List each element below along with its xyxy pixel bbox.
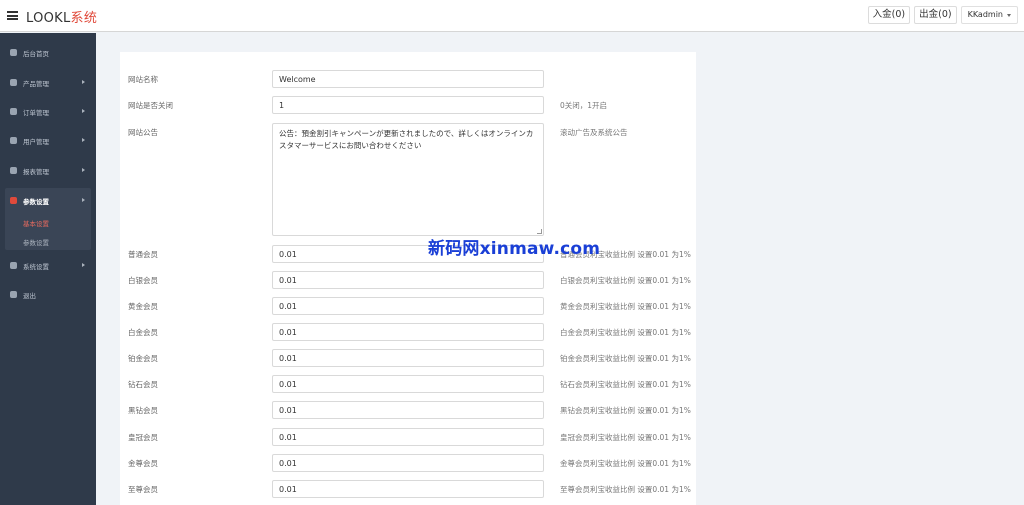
chevron-right-icon <box>82 80 85 84</box>
chevron-right-icon <box>82 263 85 267</box>
gears-icon <box>10 262 17 269</box>
orders-icon <box>10 108 17 115</box>
member-rate-input[interactable]: 0.01 <box>272 454 544 472</box>
hamburger-menu-icon[interactable] <box>7 11 18 20</box>
field-label: 皇冠会员 <box>128 433 158 442</box>
field-label: 金尊会员 <box>128 459 158 468</box>
member-rate-input[interactable]: 0.01 <box>272 401 544 419</box>
sidebar-item-orders[interactable]: 订单管理 <box>0 103 96 121</box>
sidebar-item-label: 产品管理 <box>23 80 49 88</box>
brand-main-text: LOOKL <box>26 11 71 26</box>
sidebar-item-label: 报表管理 <box>23 168 49 176</box>
field-label: 钻石会员 <box>128 380 158 389</box>
sign-out-icon <box>10 291 17 298</box>
sidebar-item-parameters[interactable]: 参数设置 <box>0 192 96 210</box>
sidebar-item-label: 退出 <box>23 292 36 300</box>
chevron-right-icon <box>82 109 85 113</box>
brand-accent-text: 系统 <box>70 11 98 26</box>
sidebar-item-label: 系统设置 <box>23 263 49 271</box>
sidebar-item-label: 参数设置 <box>23 198 49 206</box>
site-notice-text: 公告：預金割引キャンペーンが更新されましたので、詳しくはオンラインカスタマーサー… <box>279 129 534 150</box>
field-label: 白银会员 <box>128 276 158 285</box>
member-rate-input[interactable]: 0.01 <box>272 375 544 393</box>
sidebar-item-logout[interactable]: 退出 <box>0 286 96 304</box>
sidebar-item-dashboard[interactable]: 后台首页 <box>0 44 96 62</box>
site-closed-input[interactable]: 1 <box>272 96 544 114</box>
sidebar-item-label: 用户管理 <box>23 138 49 146</box>
member-rate-input[interactable]: 0.01 <box>272 271 544 289</box>
sidebar-item-label: 后台首页 <box>23 50 49 58</box>
chevron-right-icon <box>82 138 85 142</box>
field-hint: 铂金会员利宝收益比例 设置0.01 为1% <box>560 354 691 363</box>
site-notice-textarea[interactable]: 公告：預金割引キャンペーンが更新されましたので、詳しくはオンラインカスタマーサー… <box>272 123 544 236</box>
brand-logo: LOOKL系统 <box>26 7 97 26</box>
field-label: 白金会员 <box>128 328 158 337</box>
field-label: 黑钻会员 <box>128 406 158 415</box>
member-rate-input[interactable]: 0.01 <box>272 297 544 315</box>
sidebar-subitem-parameter-settings[interactable]: 参数设置 <box>23 237 49 247</box>
sidebar-item-label: 订单管理 <box>23 109 49 117</box>
field-hint: 黄金会员利宝收益比例 设置0.01 为1% <box>560 302 691 311</box>
dashboard-icon <box>10 49 17 56</box>
field-hint: 滚动广告及系统公告 <box>560 128 628 137</box>
field-label: 网站名称 <box>128 75 158 84</box>
field-hint: 钻石会员利宝收益比例 设置0.01 为1% <box>560 380 691 389</box>
member-rate-input[interactable]: 0.01 <box>272 480 544 498</box>
withdraw-button[interactable]: 出金(0) <box>914 6 957 24</box>
user-dropdown[interactable]: KKadmin <box>960 6 1018 24</box>
member-rate-input[interactable]: 0.01 <box>272 349 544 367</box>
field-hint: 至尊会员利宝收益比例 设置0.01 为1% <box>560 485 691 494</box>
top-right-actions: 入金(0) 出金(0) KKadmin <box>867 6 1018 24</box>
sidebar-item-system[interactable]: 系统设置 <box>0 257 96 275</box>
yen-icon <box>10 167 17 174</box>
member-rate-input[interactable]: 0.01 <box>272 428 544 446</box>
field-hint: 0关闭，1开启 <box>560 101 608 110</box>
chevron-right-icon <box>82 168 85 172</box>
field-hint: 金尊会员利宝收益比例 设置0.01 为1% <box>560 459 691 468</box>
field-label: 网站是否关闭 <box>128 101 173 110</box>
user-icon <box>10 137 17 144</box>
sidebar: 后台首页 产品管理 订单管理 用户管理 报表管理 参数设置 基本设置 参数设置 … <box>0 33 96 505</box>
sidebar-item-users[interactable]: 用户管理 <box>0 132 96 150</box>
site-name-input[interactable]: Welcome <box>272 70 544 88</box>
field-label: 铂金会员 <box>128 354 158 363</box>
deposit-button[interactable]: 入金(0) <box>867 6 911 24</box>
field-hint: 白银会员利宝收益比例 设置0.01 为1% <box>560 276 691 285</box>
sidebar-item-products[interactable]: 产品管理 <box>0 74 96 92</box>
user-name: KKadmin <box>967 10 1003 19</box>
field-hint: 皇冠会员利宝收益比例 设置0.01 为1% <box>560 433 691 442</box>
chevron-right-icon <box>82 198 85 202</box>
field-label: 至尊会员 <box>128 485 158 494</box>
sidebar-item-reports[interactable]: 报表管理 <box>0 162 96 180</box>
field-label: 网站公告 <box>128 128 158 137</box>
top-navbar: LOOKL系统 入金(0) 出金(0) KKadmin <box>0 0 1024 32</box>
field-label: 普通会员 <box>128 250 158 259</box>
field-hint: 白金会员利宝收益比例 设置0.01 为1% <box>560 328 691 337</box>
sidebar-subitem-basic-settings[interactable]: 基本设置 <box>23 218 49 228</box>
field-label: 黄金会员 <box>128 302 158 311</box>
member-rate-input[interactable]: 0.01 <box>272 323 544 341</box>
bitcoin-icon <box>10 79 17 86</box>
caret-down-icon <box>1007 13 1011 17</box>
copy-icon <box>10 197 17 204</box>
field-hint: 黑钻会员利宝收益比例 设置0.01 为1% <box>560 406 691 415</box>
watermark-text: 新码网xinmaw.com <box>428 239 601 259</box>
